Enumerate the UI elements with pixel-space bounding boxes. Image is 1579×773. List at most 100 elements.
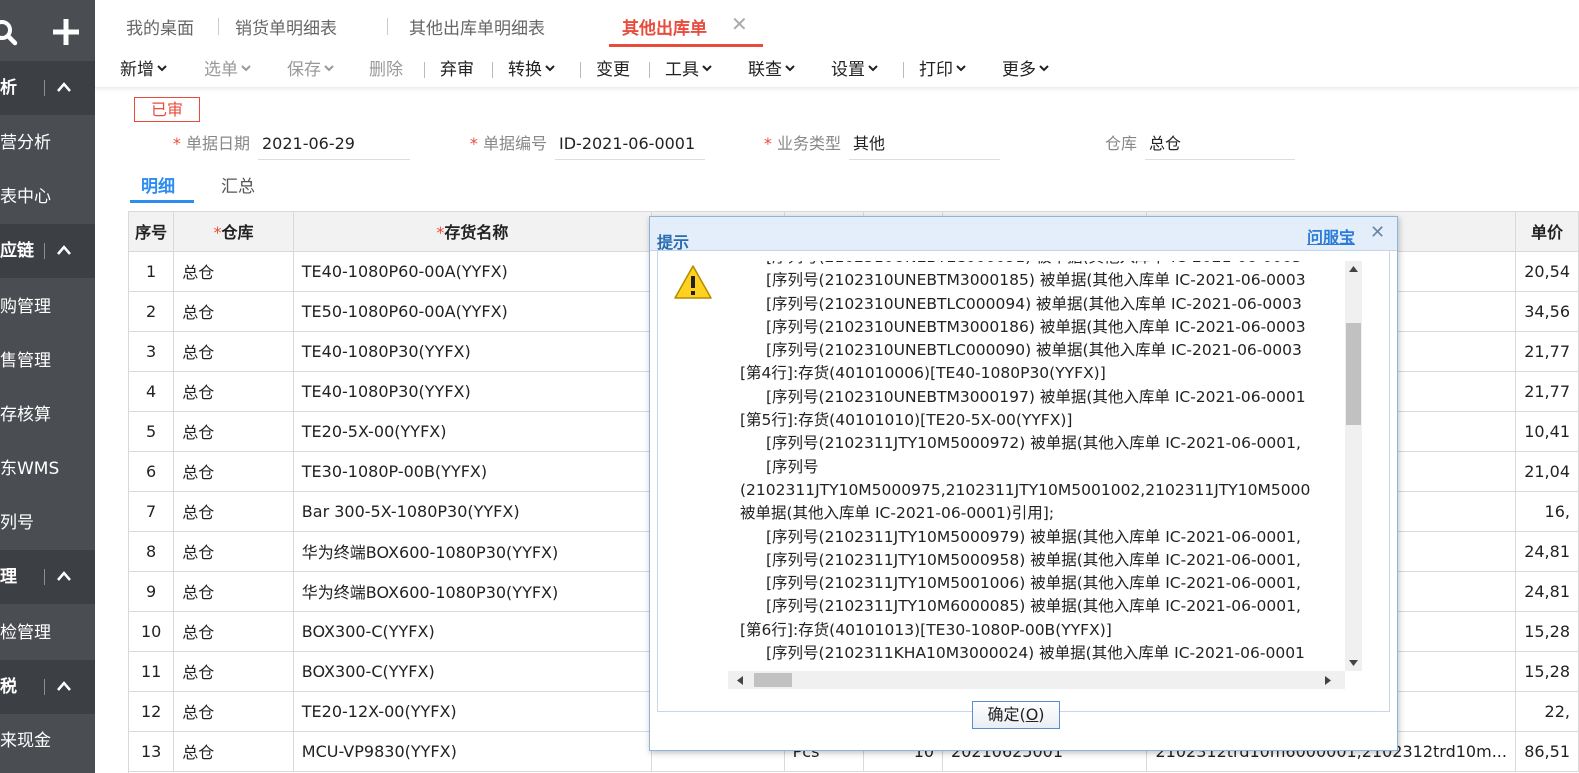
cell-wh[interactable]: 总仓	[173, 571, 294, 612]
cell-name[interactable]: TE40-1080P60-00A(YYFX)	[293, 251, 653, 292]
chevron-up-icon[interactable]	[56, 680, 72, 692]
cell-no[interactable]: 5	[129, 411, 175, 452]
cell-wh[interactable]: 总仓	[173, 451, 294, 492]
sidebar-item[interactable]: 售管理	[0, 334, 95, 388]
cell-no[interactable]: 1	[129, 251, 175, 292]
unaudit-button[interactable]: 弃审	[440, 55, 474, 80]
cell-no[interactable]: 3	[129, 331, 175, 372]
tab-detail[interactable]: 明细	[141, 172, 175, 197]
cell-no[interactable]: 2	[129, 291, 175, 332]
tab-sales-detail[interactable]: 销货单明细表	[235, 14, 337, 39]
delete-button[interactable]: 删除	[369, 55, 403, 80]
warehouse-input[interactable]: 总仓	[1145, 133, 1295, 160]
vertical-scrollbar[interactable]	[1345, 261, 1362, 671]
cell-wh[interactable]: 总仓	[173, 491, 294, 532]
cell-price[interactable]: 15,28	[1515, 651, 1579, 692]
tools-button[interactable]: 工具	[665, 55, 712, 80]
help-link[interactable]: 问服宝	[1307, 224, 1355, 248]
cell-name[interactable]: TE30-1080P-00B(YYFX)	[293, 451, 653, 492]
cell-price[interactable]: 21,04	[1515, 451, 1579, 492]
vertical-scroll-thumb[interactable]	[1346, 323, 1361, 425]
horizontal-scroll-thumb[interactable]	[754, 673, 792, 687]
sidebar-item[interactable]: 来现金	[0, 714, 95, 768]
sidebar-item[interactable]: 列号	[0, 496, 95, 550]
select-button[interactable]: 选单	[204, 55, 251, 80]
scroll-right-icon[interactable]	[1325, 676, 1331, 685]
doc-date-input[interactable]: 2021-06-29	[258, 133, 410, 160]
cell-wh[interactable]: 总仓	[173, 691, 294, 732]
cell-no[interactable]: 6	[129, 451, 175, 492]
cell-no[interactable]: 7	[129, 491, 175, 532]
sidebar-item[interactable]: 营分析	[0, 116, 95, 170]
more-button[interactable]: 更多	[1002, 55, 1049, 80]
change-button[interactable]: 变更	[596, 55, 630, 80]
horizontal-scrollbar[interactable]	[728, 671, 1345, 689]
cell-price[interactable]: 86,51	[1515, 731, 1579, 772]
sidebar-item[interactable]: 税	[0, 660, 95, 714]
search-icon[interactable]	[0, 18, 18, 48]
cell-no[interactable]: 13	[129, 731, 175, 772]
close-icon[interactable]: ✕	[1370, 224, 1386, 242]
tab-other-outbound-detail[interactable]: 其他出库单明细表	[409, 14, 545, 39]
sidebar-item[interactable]: 存核算	[0, 388, 95, 442]
add-icon[interactable]	[52, 18, 80, 46]
tab-close-icon[interactable]: ✕	[731, 14, 748, 34]
cell-name[interactable]: MCU-VP9830(YYFX)	[293, 731, 653, 772]
scroll-left-icon[interactable]	[737, 676, 743, 685]
settings-button[interactable]: 设置	[831, 55, 878, 80]
cell-wh[interactable]: 总仓	[173, 731, 294, 772]
cell-price[interactable]: 24,81	[1515, 571, 1579, 612]
tab-other-outbound[interactable]: 其他出库单	[622, 14, 707, 39]
cell-price[interactable]: 21,77	[1515, 371, 1579, 412]
sidebar-item[interactable]: 购管理	[0, 280, 95, 334]
cell-name[interactable]: TE40-1080P30(YYFX)	[293, 371, 653, 412]
cell-price[interactable]: 34,56	[1515, 291, 1579, 332]
sidebar-item[interactable]: 东WMS	[0, 442, 95, 496]
scroll-down-icon[interactable]	[1349, 660, 1358, 666]
cell-wh[interactable]: 总仓	[173, 251, 294, 292]
chevron-up-icon[interactable]	[56, 244, 72, 256]
sidebar-item[interactable]: 理	[0, 550, 95, 604]
sidebar-item[interactable]: 表中心	[0, 170, 95, 224]
sidebar-item[interactable]: 应链	[0, 224, 95, 278]
cell-price[interactable]: 16,	[1515, 491, 1579, 532]
print-button[interactable]: 打印	[919, 55, 966, 80]
cell-wh[interactable]: 总仓	[173, 611, 294, 652]
cell-no[interactable]: 10	[129, 611, 175, 652]
ok-button[interactable]: 确定(O)	[972, 701, 1060, 729]
save-button[interactable]: 保存	[287, 55, 334, 80]
cell-wh[interactable]: 总仓	[173, 291, 294, 332]
cell-price[interactable]: 15,28	[1515, 611, 1579, 652]
cell-no[interactable]: 4	[129, 371, 175, 412]
cell-name[interactable]: 华为终端BOX600-1080P30(YYFX)	[293, 531, 653, 572]
new-button[interactable]: 新增	[120, 55, 167, 80]
cell-name[interactable]: 华为终端BOX600-1080P30(YYFX)	[293, 571, 653, 612]
cell-no[interactable]: 9	[129, 571, 175, 612]
tab-summary[interactable]: 汇总	[221, 172, 255, 197]
cell-name[interactable]: TE20-5X-00(YYFX)	[293, 411, 653, 452]
chevron-up-icon[interactable]	[56, 81, 72, 93]
sidebar-item[interactable]: 析	[0, 61, 95, 115]
business-type-input[interactable]: 其他	[849, 133, 1000, 160]
chevron-up-icon[interactable]	[56, 570, 72, 582]
cell-name[interactable]: TE50-1080P60-00A(YYFX)	[293, 291, 653, 332]
cell-name[interactable]: BOX300-C(YYFX)	[293, 611, 653, 652]
cell-wh[interactable]: 总仓	[173, 331, 294, 372]
tab-desktop[interactable]: 我的桌面	[126, 14, 194, 39]
sidebar-item[interactable]: 检管理	[0, 606, 95, 660]
cell-wh[interactable]: 总仓	[173, 651, 294, 692]
cell-name[interactable]: Bar 300-5X-1080P30(YYFX)	[293, 491, 653, 532]
cell-wh[interactable]: 总仓	[173, 371, 294, 412]
cell-wh[interactable]: 总仓	[173, 411, 294, 452]
cell-no[interactable]: 12	[129, 691, 175, 732]
cell-wh[interactable]: 总仓	[173, 531, 294, 572]
cell-price[interactable]: 10,41	[1515, 411, 1579, 452]
cell-price[interactable]: 24,81	[1515, 531, 1579, 572]
cell-price[interactable]: 22,	[1515, 691, 1579, 732]
cell-name[interactable]: TE40-1080P30(YYFX)	[293, 331, 653, 372]
cell-name[interactable]: BOX300-C(YYFX)	[293, 651, 653, 692]
cell-no[interactable]: 8	[129, 531, 175, 572]
scroll-up-icon[interactable]	[1349, 266, 1358, 272]
cell-price[interactable]: 20,54	[1515, 251, 1579, 292]
cell-price[interactable]: 21,77	[1515, 331, 1579, 372]
